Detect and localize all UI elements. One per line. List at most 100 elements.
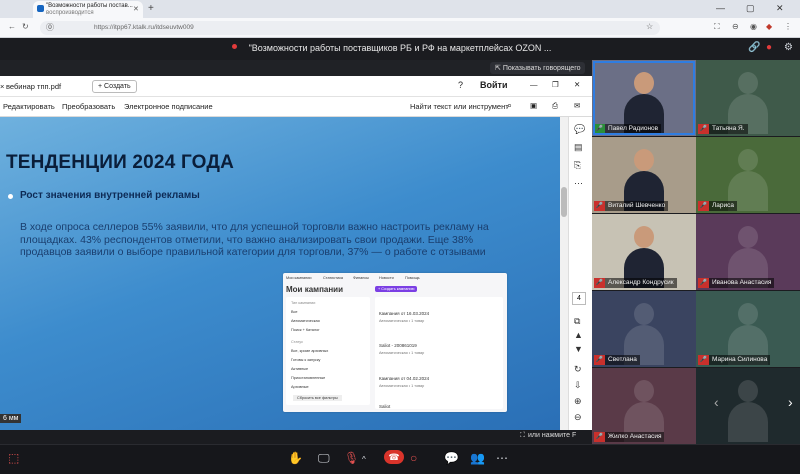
bookmark-star-icon[interactable]: ☆	[646, 22, 653, 31]
participant-name: Виталий Шевченко	[594, 201, 669, 211]
mic-muted-icon: 🎤	[698, 278, 709, 288]
mic-muted-icon: 🎤	[594, 355, 605, 365]
page-down-icon[interactable]: ▼	[574, 344, 583, 354]
extension-icon[interactable]: ⛶	[714, 22, 720, 32]
mini-reset-button: Сбросить все фильтры	[293, 395, 342, 401]
participant-tile[interactable]: Александр Кондрусик 🎤	[592, 214, 696, 290]
menu-convert[interactable]: Преобразовать	[62, 102, 115, 111]
tab-subtitle: воспроизводится	[46, 9, 94, 16]
settings-gear-icon[interactable]: ⚙	[784, 42, 793, 53]
page-number-field[interactable]: 4	[572, 292, 586, 305]
participant-tile[interactable]: Иванова Анастасия 🎤	[696, 214, 800, 290]
mic-muted-icon[interactable]: 🎙	[344, 451, 359, 465]
bullet-heading: Рост значения внутренней рекламы	[20, 190, 200, 201]
rotate-icon[interactable]: ↻	[574, 364, 582, 375]
zoom-label: 6 мм	[0, 414, 22, 423]
meeting-title: "Возможности работы поставщиков РБ и РФ …	[248, 43, 552, 53]
more-tools-icon[interactable]: ⋯	[574, 178, 583, 189]
participant-tile[interactable]: Светлана 🎤	[592, 291, 696, 367]
slide-body-text: В ходе опроса селлеров 55% заявили, что …	[20, 221, 489, 258]
record-button-icon[interactable]: ○	[410, 451, 417, 465]
participants-icon[interactable]: 👥	[470, 451, 485, 465]
tab-favicon-icon	[37, 5, 44, 12]
participant-tile[interactable]: Виталий Шевченко 🎤	[592, 137, 696, 213]
menu-edit[interactable]: Редактировать	[3, 102, 55, 111]
pages-icon[interactable]: ▤	[574, 142, 583, 153]
fullscreen-icon[interactable]: ⛶	[520, 432, 525, 440]
minimize-pdf-icon[interactable]: —	[530, 80, 538, 89]
avatar-placeholder-icon	[728, 149, 768, 211]
chat-alert-icon[interactable]: ⬚	[8, 451, 19, 465]
link-icon[interactable]: 🔗	[748, 42, 760, 53]
participant-tile[interactable]: Жилко Анастасия 🎤	[592, 368, 696, 444]
attach-icon[interactable]: ⎘	[574, 160, 581, 171]
mini-tab: Финансы	[353, 276, 369, 280]
participant-tile[interactable]: Лариса 🎤	[696, 137, 800, 213]
screen-share-icon[interactable]: 🖵	[318, 451, 330, 466]
save-icon[interactable]: ▣	[530, 101, 537, 110]
pin-icon: ⇱	[495, 65, 503, 72]
tab-title: "Возможности работы постав...	[46, 3, 133, 9]
avatar-placeholder-icon	[728, 303, 768, 365]
pdf-scrollbar[interactable]	[560, 117, 568, 430]
login-button[interactable]: Войти	[480, 80, 507, 90]
mini-tab: Помощь	[405, 276, 420, 280]
slide-title: ТЕНДЕНЦИИ 2024 ГОДА	[6, 152, 235, 173]
more-options-icon[interactable]: ⋯	[496, 451, 508, 465]
participant-tile[interactable]	[696, 368, 800, 444]
address-bar[interactable]: https://itpp67.ktalk.ru/itdseuvtw009	[40, 21, 660, 35]
avatar-placeholder-icon	[728, 226, 768, 288]
mic-muted-icon: 🎤	[594, 432, 605, 442]
close-window-icon[interactable]: ✕	[776, 3, 784, 14]
grid-prev-icon[interactable]: ‹	[714, 394, 719, 410]
participant-name: Александр Кондрусик	[594, 278, 677, 288]
grid-next-icon[interactable]: ›	[788, 394, 793, 410]
site-info-icon[interactable]: ⓪	[46, 22, 54, 33]
participant-video	[624, 149, 664, 211]
bullet-icon	[8, 194, 13, 199]
create-button[interactable]: + Создать	[92, 80, 137, 93]
reload-icon[interactable]: ↻	[22, 22, 29, 31]
maximize-icon[interactable]: ▢	[746, 3, 755, 14]
record-icon[interactable]: ●	[766, 42, 772, 53]
participant-tile[interactable]: Марина Силинова 🎤	[696, 291, 800, 367]
comment-icon[interactable]: 💬	[574, 124, 585, 135]
show-speaker-button[interactable]: ⇱ Показывать говорящего	[490, 62, 586, 74]
menu-esign[interactable]: Электронное подписание	[124, 102, 213, 111]
close-pdf-icon[interactable]: ✕	[574, 80, 580, 89]
raise-hand-icon[interactable]: ✋	[288, 451, 303, 465]
participant-tile[interactable]: Татьяна Я. 🎤	[696, 60, 800, 136]
download-icon[interactable]: ⊖	[732, 22, 739, 31]
print-icon[interactable]: ⎙	[552, 101, 558, 111]
page-up-icon[interactable]: ▲	[574, 330, 583, 340]
restore-pdf-icon[interactable]: ❐	[552, 80, 559, 89]
pdf-close-icon[interactable]: ×	[0, 82, 4, 91]
mini-tab: Новости	[379, 276, 394, 280]
url-text: https://itpp67.ktalk.ru/itdseuvtw009	[94, 24, 194, 31]
mini-tab: Мои кампании	[286, 276, 312, 280]
extract-icon[interactable]: ⇩	[574, 380, 582, 391]
campaigns-screenshot: Мои кампании Статистика Финансы Новости …	[283, 273, 507, 412]
participant-name: Иванова Анастасия	[698, 278, 775, 288]
zoom-out-icon[interactable]: ⊖	[574, 412, 582, 423]
search-icon[interactable]: ⌕	[507, 100, 512, 111]
extension-red-icon[interactable]: ◆	[766, 22, 772, 31]
profile-icon[interactable]: ◉	[750, 22, 757, 31]
help-icon[interactable]: ?	[458, 80, 463, 90]
chat-icon[interactable]: 💬	[444, 451, 459, 465]
fit-page-icon[interactable]: ⧉	[574, 316, 580, 327]
new-tab-icon[interactable]: +	[148, 3, 154, 14]
back-icon[interactable]: ←	[8, 22, 16, 31]
browser-menu-icon[interactable]: ⋮	[784, 22, 792, 31]
mail-icon[interactable]: ✉	[574, 101, 580, 110]
tab-close-icon[interactable]: ✕	[133, 5, 139, 13]
search-tools-label[interactable]: Найти текст или инструмент	[410, 102, 509, 111]
mic-muted-icon: 🎤	[698, 124, 709, 134]
zoom-in-icon[interactable]: ⊕	[574, 396, 582, 407]
mic-muted-icon: 🎤	[594, 201, 605, 211]
minimize-icon[interactable]: —	[716, 3, 725, 13]
hang-up-button[interactable]: ☎	[384, 450, 404, 464]
browser-tab[interactable]: "Возможности работы постав... воспроизво…	[33, 1, 143, 18]
mini-create-button: + Создать кампанию	[375, 286, 418, 292]
mic-options-icon[interactable]: ^	[362, 455, 366, 464]
